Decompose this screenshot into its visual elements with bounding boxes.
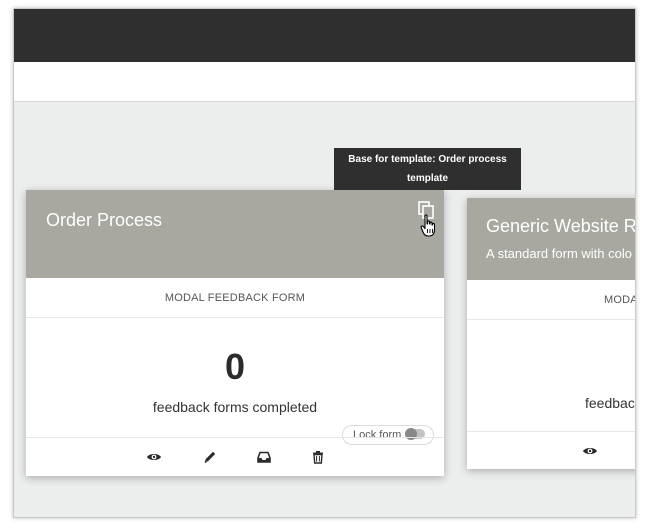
eye-icon[interactable]: [146, 449, 162, 465]
tooltip: Base for template: Order process templat…: [334, 148, 521, 190]
card-form-type: MODAL FEEDBACK FORM: [26, 278, 444, 318]
card-header: Order Process: [26, 190, 444, 278]
eye-icon[interactable]: [582, 443, 598, 459]
card-form-type: MODAL: [467, 280, 635, 320]
pencil-icon[interactable]: [202, 449, 218, 465]
tooltip-line-2: template: [406, 173, 449, 184]
top-navigation-bar: [14, 9, 635, 62]
card-header: Generic Website Ra A standard form with …: [467, 198, 636, 280]
hand-cursor-icon: [420, 214, 438, 243]
card-title: Order Process: [46, 210, 163, 230]
card-actions: [467, 431, 635, 469]
app-window: Order Process MODAL FEEDBACK FORM 0 feed…: [13, 8, 636, 518]
form-card-order-process[interactable]: Order Process MODAL FEEDBACK FORM 0 feed…: [26, 190, 444, 476]
trash-icon[interactable]: [310, 449, 326, 465]
sub-toolbar: [14, 62, 635, 102]
feedback-count-label: feedback forms completed: [152, 399, 318, 415]
inbox-icon[interactable]: [256, 449, 272, 465]
feedback-count: 0: [224, 346, 246, 387]
tooltip-line-1: Base for template: Order process: [348, 154, 507, 165]
card-description: A standard form with colo: [486, 246, 632, 261]
form-card-generic-website[interactable]: Generic Website Ra A standard form with …: [467, 198, 636, 469]
feedback-count-label: feedbac: [585, 395, 635, 411]
card-actions: [26, 437, 444, 475]
card-title: Generic Website Ra: [486, 216, 636, 236]
